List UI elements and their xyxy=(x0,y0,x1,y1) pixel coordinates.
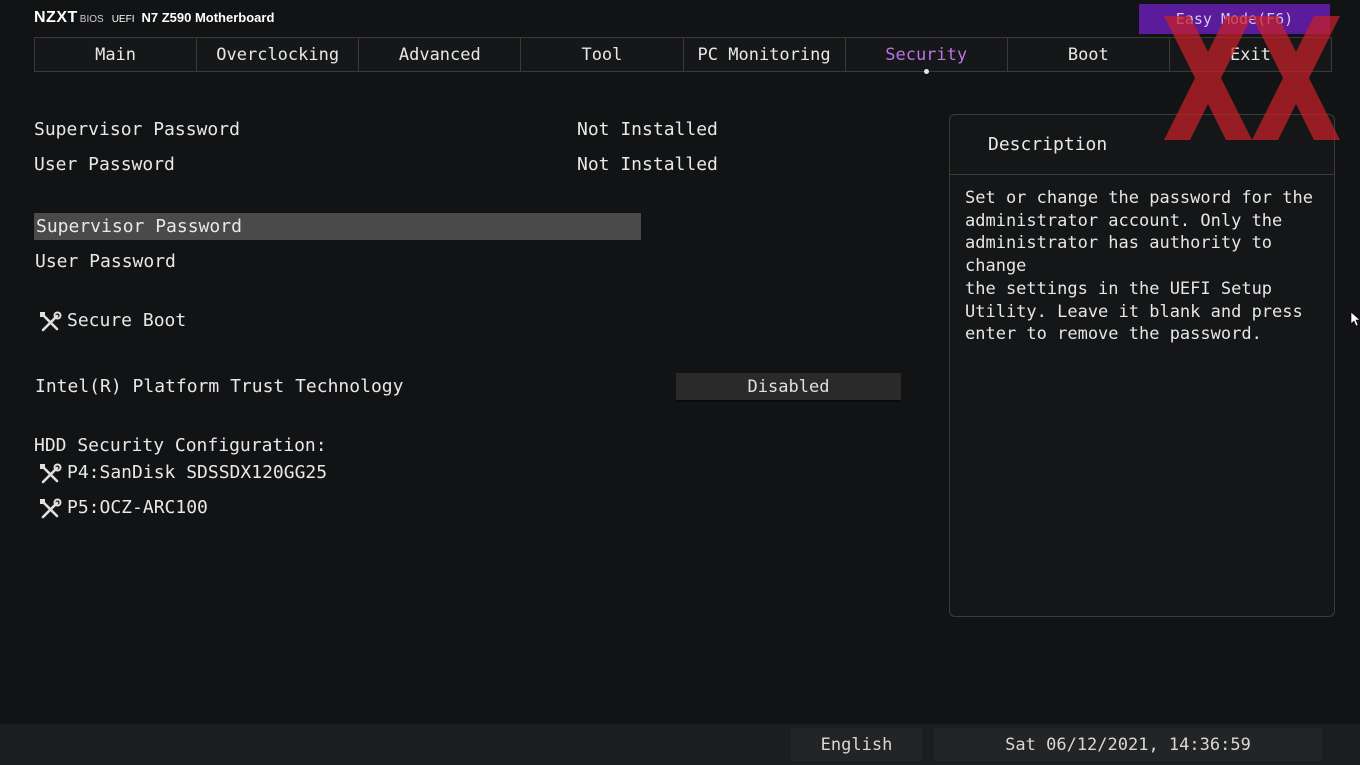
wrench-screwdriver-icon xyxy=(40,463,62,484)
secure-boot-item[interactable]: Secure Boot xyxy=(67,310,186,331)
hdd-p5-item[interactable]: P5:OCZ-ARC100 xyxy=(67,497,208,518)
tab-overclocking[interactable]: Overclocking xyxy=(197,38,360,71)
tab-boot[interactable]: Boot xyxy=(1008,38,1170,71)
mouse-cursor-icon xyxy=(1350,311,1360,327)
tab-advanced[interactable]: Advanced xyxy=(359,38,522,71)
board-name: N7 Z590 Motherboard xyxy=(141,10,275,25)
brand-bios-label: BIOS xyxy=(79,14,104,25)
user-password-item[interactable]: User Password xyxy=(35,251,176,272)
tab-tool[interactable]: Tool xyxy=(521,38,684,71)
supervisor-password-status-label: Supervisor Password xyxy=(34,119,240,140)
wrench-screwdriver-icon xyxy=(40,311,62,332)
ptt-select[interactable]: Disabled xyxy=(676,373,901,402)
brand-logo: NZXT xyxy=(34,9,78,26)
user-password-status-label: User Password xyxy=(34,154,175,175)
hdd-p4-item[interactable]: P4:SanDisk SDSSDX120GG25 xyxy=(67,462,327,483)
tab-pc-monitoring[interactable]: PC Monitoring xyxy=(684,38,846,71)
tab-main[interactable]: Main xyxy=(35,38,198,71)
hdd-security-header: HDD Security Configuration: xyxy=(34,435,327,456)
easy-mode-button[interactable]: Easy Mode(F6) xyxy=(1139,4,1330,34)
user-password-status-value: Not Installed xyxy=(577,154,718,175)
description-text: Set or change the password for the admin… xyxy=(965,188,1313,345)
supervisor-password-status-value: Not Installed xyxy=(577,119,718,140)
ptt-label: Intel(R) Platform Trust Technology xyxy=(35,376,404,397)
wrench-screwdriver-icon xyxy=(40,498,62,519)
description-panel: Description Set or change the password f… xyxy=(949,114,1335,617)
tab-security[interactable]: Security xyxy=(846,38,1008,74)
datetime-display: Sat 06/12/2021, 14:36:59 xyxy=(934,728,1322,761)
brand-uefi-label: UEFI xyxy=(111,14,135,25)
bios-screen: NZXT BIOS UEFI N7 Z590 Motherboard Easy … xyxy=(0,0,1360,765)
tab-exit[interactable]: Exit xyxy=(1170,38,1331,71)
supervisor-password-item[interactable]: Supervisor Password xyxy=(36,216,242,237)
description-title: Description xyxy=(950,115,1334,175)
brand: NZXT BIOS UEFI N7 Z590 Motherboard xyxy=(34,9,274,29)
language-selector[interactable]: English xyxy=(791,728,922,761)
main-tabs: Main Overclocking Advanced Tool PC Monit… xyxy=(34,37,1332,74)
